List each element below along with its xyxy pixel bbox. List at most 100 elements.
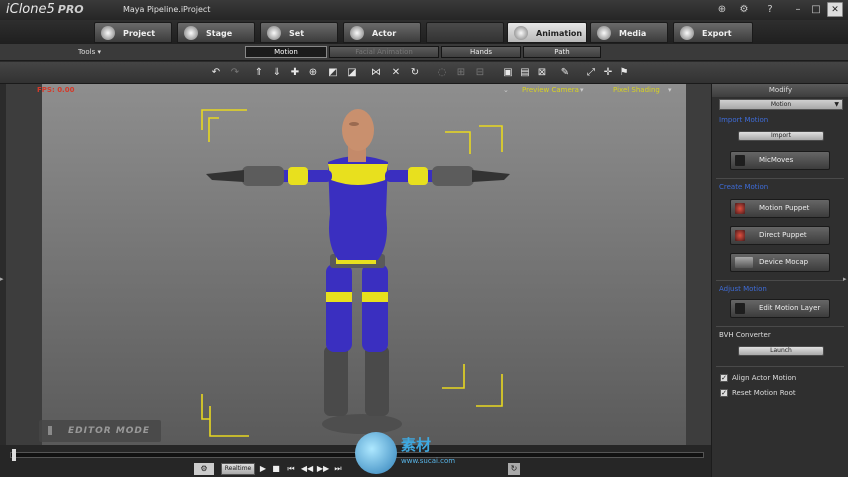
tab-project[interactable]: Project bbox=[94, 22, 172, 43]
move-icon[interactable]: ✚ bbox=[289, 67, 301, 79]
lock-icon[interactable]: ⊞ bbox=[455, 67, 467, 79]
checkmark-icon[interactable]: ✓ bbox=[720, 389, 728, 397]
snap-icon[interactable]: ◪ bbox=[346, 67, 358, 79]
settings-icon[interactable]: ⚙ bbox=[194, 463, 214, 475]
move-down-icon[interactable]: ⇓ bbox=[271, 67, 283, 79]
chevron-down-icon: ▼ bbox=[834, 101, 839, 108]
mocap-device-icon bbox=[735, 257, 753, 268]
motion-puppet-button[interactable]: Motion Puppet bbox=[730, 199, 830, 218]
camera-icon[interactable]: ▣ bbox=[502, 67, 514, 79]
media-icon bbox=[597, 26, 611, 40]
help-icon[interactable]: ? bbox=[762, 2, 778, 17]
camera-dropdown-icon[interactable]: ⌄ bbox=[503, 86, 509, 94]
redo-icon[interactable]: ↷ bbox=[229, 67, 241, 79]
export-icon bbox=[680, 26, 694, 40]
light-icon[interactable]: ✎ bbox=[559, 67, 571, 79]
rotate-icon[interactable]: ⊕ bbox=[307, 67, 319, 79]
grid-icon[interactable]: ⊠ bbox=[536, 67, 548, 79]
link-icon[interactable]: ✕ bbox=[390, 67, 402, 79]
camera-chevron-icon[interactable]: ▾ bbox=[580, 86, 584, 94]
subtab-motion[interactable]: Motion bbox=[245, 46, 327, 58]
tools-menu[interactable]: Tools ▾ bbox=[78, 48, 101, 56]
tab-stage[interactable]: Stage bbox=[177, 22, 255, 43]
undo-icon[interactable]: ↶ bbox=[210, 67, 222, 79]
mode-indicator-icon bbox=[48, 426, 52, 435]
maximize-icon[interactable]: □ bbox=[808, 2, 824, 17]
watermark-logo-icon bbox=[355, 432, 397, 474]
next-frame-icon[interactable]: ⏭ bbox=[332, 463, 344, 475]
left-collapse-icon[interactable]: ▸ bbox=[0, 275, 4, 283]
expand-icon[interactable]: ✛ bbox=[602, 67, 614, 79]
minimize-icon[interactable]: – bbox=[790, 2, 806, 17]
app-logo: iClone5 PRO bbox=[6, 2, 84, 17]
direct-puppet-button[interactable]: Direct Puppet bbox=[730, 226, 830, 245]
scene-render bbox=[201, 109, 510, 437]
align-icon[interactable]: ⋈ bbox=[370, 67, 382, 79]
divider bbox=[716, 280, 844, 281]
reset-icon[interactable]: ↻ bbox=[409, 67, 421, 79]
fullscreen-icon[interactable]: ⤢ bbox=[585, 67, 597, 79]
direct-puppet-icon bbox=[735, 230, 745, 241]
play-icon[interactable]: ▶ bbox=[258, 463, 268, 475]
tab-disabled bbox=[426, 22, 504, 43]
actor-icon bbox=[350, 26, 364, 40]
panel-mode-dropdown[interactable]: Motion ▼ bbox=[719, 99, 843, 110]
viewport-frame bbox=[6, 84, 711, 445]
right-collapse-icon[interactable]: ▸ bbox=[843, 275, 847, 283]
loop-icon[interactable]: ↻ bbox=[508, 463, 520, 475]
rewind-icon[interactable]: ◀◀ bbox=[300, 463, 314, 475]
title-bar: iClone5 PRO Maya Pipeline.iProject ⊕ ⚙ ? … bbox=[0, 0, 848, 20]
attach-icon[interactable]: ⊟ bbox=[474, 67, 486, 79]
move-up-icon[interactable]: ⇑ bbox=[253, 67, 265, 79]
flag-icon[interactable]: ⚑ bbox=[618, 67, 630, 79]
animation-icon bbox=[514, 26, 528, 40]
adjust-motion-label: Adjust Motion bbox=[719, 285, 767, 293]
stop-icon[interactable]: ■ bbox=[271, 463, 281, 475]
tab-set[interactable]: Set bbox=[260, 22, 338, 43]
modify-panel: Modify Motion ▼ Import Motion Import MicM… bbox=[711, 84, 848, 477]
tab-actor[interactable]: Actor bbox=[343, 22, 421, 43]
main-tab-bar: Project Stage Set Actor Animation Media … bbox=[0, 20, 848, 44]
project-icon bbox=[101, 26, 115, 40]
motion-puppet-icon bbox=[735, 203, 745, 214]
fps-readout: FPS: 0.00 bbox=[37, 86, 75, 94]
tab-media[interactable]: Media bbox=[590, 22, 668, 43]
subtab-path[interactable]: Path bbox=[523, 46, 601, 58]
edit-motion-layer-button[interactable]: Edit Motion Layer bbox=[730, 299, 830, 318]
project-name: Maya Pipeline.iProject bbox=[123, 5, 211, 14]
shading-selector[interactable]: Pixel Shading bbox=[613, 86, 660, 94]
realtime-toggle[interactable]: Realtime bbox=[221, 463, 255, 475]
timeline-handle[interactable] bbox=[12, 449, 16, 461]
device-mocap-button[interactable]: Device Mocap bbox=[730, 253, 830, 272]
3d-viewport[interactable] bbox=[42, 84, 686, 445]
launch-button[interactable]: Launch bbox=[738, 346, 824, 356]
panel-title: Modify bbox=[712, 84, 848, 97]
hide-icon[interactable]: ◌ bbox=[436, 67, 448, 79]
subtab-hands[interactable]: Hands bbox=[441, 46, 521, 58]
screen-icon[interactable]: ▤ bbox=[519, 67, 531, 79]
tab-export[interactable]: Export bbox=[673, 22, 753, 43]
camera-selector[interactable]: Preview Camera bbox=[522, 86, 579, 94]
tab-animation[interactable]: Animation bbox=[507, 22, 587, 43]
fast-forward-icon[interactable]: ▶▶ bbox=[316, 463, 330, 475]
viewport-toolbar: ↶ ↷ ⇑ ⇓ ✚ ⊕ ◩ ◪ ⋈ ✕ ↻ ◌ ⊞ ⊟ ▣ ▤ ⊠ ✎ ⤢ ✛ … bbox=[0, 62, 848, 84]
import-button[interactable]: Import bbox=[738, 131, 824, 141]
motion-layer-icon bbox=[735, 303, 745, 314]
import-motion-label: Import Motion bbox=[719, 116, 769, 124]
scale-icon[interactable]: ◩ bbox=[327, 67, 339, 79]
stage-icon bbox=[184, 26, 198, 40]
checkmark-icon[interactable]: ✓ bbox=[720, 374, 728, 382]
shading-chevron-icon[interactable]: ▾ bbox=[668, 86, 672, 94]
editor-mode-badge: EDITOR MODE bbox=[39, 420, 161, 442]
reset-motion-root-checkbox[interactable]: ✓ Reset Motion Root bbox=[720, 389, 796, 397]
gear-icon[interactable]: ⚙ bbox=[736, 2, 752, 17]
align-actor-motion-checkbox[interactable]: ✓ Align Actor Motion bbox=[720, 374, 796, 382]
previous-frame-icon[interactable]: ⏮ bbox=[285, 463, 297, 475]
micmoves-button[interactable]: MicMoves bbox=[730, 151, 830, 170]
globe-icon[interactable]: ⊕ bbox=[714, 2, 730, 17]
set-icon bbox=[267, 26, 281, 40]
divider bbox=[716, 366, 844, 367]
close-icon[interactable]: ✕ bbox=[827, 2, 843, 17]
sub-tab-bar: Tools ▾ Motion Facial Animation Hands Pa… bbox=[0, 44, 848, 61]
watermark: 素材 www.sucai.com bbox=[355, 430, 500, 474]
